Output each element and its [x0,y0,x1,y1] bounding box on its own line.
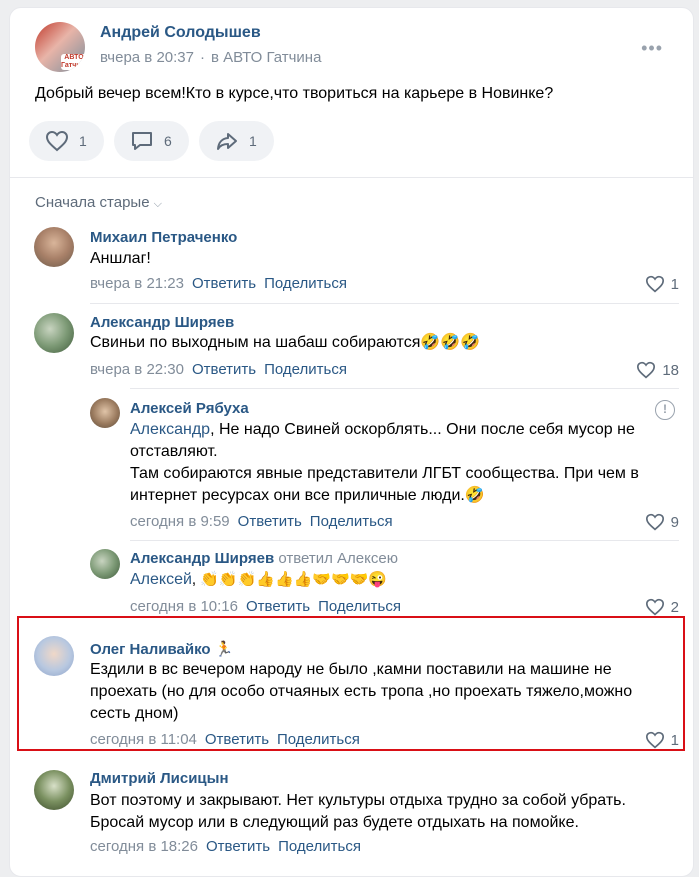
replied-to[interactable]: ответил Алексею [278,550,398,567]
commenter-avatar[interactable] [90,398,120,428]
comment-footer: вчера в 21:23 Ответить Поделиться [90,275,347,292]
reply-link[interactable]: Ответить [192,361,256,378]
share-link[interactable]: Поделиться [264,275,347,292]
comment-like-count: 1 [670,731,679,749]
commenter-name[interactable]: Александр Ширяев [90,314,234,331]
divider [10,177,693,178]
report-icon[interactable]: ! [655,400,675,420]
commenter-name[interactable]: Алексей Рябуха [130,400,249,417]
commenter-name[interactable]: Олег Наливайко 🏃 [90,640,233,658]
heart-icon [645,598,664,616]
comment-text-line: отставляют. [130,443,218,460]
share-button[interactable]: 1 [199,121,274,161]
reply-link[interactable]: Ответить [246,598,310,615]
comment-count: 6 [164,133,172,149]
post-author-avatar[interactable]: АВТОГатчина [35,22,85,72]
like-button[interactable]: 1 [29,121,104,161]
comment-text: Александр, Не надо Свиней оскорблять... … [130,419,639,507]
comment-text-body: , 👏👏👏👍👍👍🤝🤝🤝😜 [191,571,388,588]
comment-text: Вот поэтому и закрывают. Нет культуры от… [90,790,626,834]
reply-link[interactable]: Ответить [205,731,269,748]
more-options-icon[interactable]: ••• [641,39,663,57]
divider [130,540,679,541]
post-header: АВТОГатчина Андрей Солодышев вчера в 20:… [34,20,673,74]
comment-text: Аншлаг! [90,250,151,267]
comment-footer: сегодня в 9:59 Ответить Поделиться [130,513,393,530]
comment-like-count: 2 [670,598,679,616]
share-link[interactable]: Поделиться [264,361,347,378]
divider [90,303,679,304]
heart-icon [645,731,664,749]
divider [130,388,679,389]
comment-like-count: 18 [662,361,679,379]
comment-like-button[interactable]: 9 [645,513,679,531]
comment-time[interactable]: сегодня в 9:59 [130,513,230,530]
sort-label: Сначала старые [35,194,150,211]
comment-like-button[interactable]: 18 [636,361,679,379]
comment-footer: вчера в 22:30 Ответить Поделиться [90,361,347,378]
share-count: 1 [249,133,257,149]
chevron-down-icon: ⌵ [153,198,162,210]
commenter-name-link[interactable]: Александр Ширяев [130,550,274,567]
commenter-name: Александр Ширяев ответил Алексею [130,550,398,567]
comment-text-line: проехать (но для особо отчаяных есть тро… [90,683,633,700]
commenter-avatar[interactable] [34,227,74,267]
comment-text: Алексей, 👏👏👏👍👍👍🤝🤝🤝😜 [130,569,387,591]
share-link[interactable]: Поделиться [277,731,360,748]
reply-link[interactable]: Ответить [192,275,256,292]
commenter-avatar[interactable] [34,313,74,353]
comment-text-line: сесть дном) [90,705,179,722]
heart-icon [645,513,664,531]
post-author-name[interactable]: Андрей Солодышев [100,24,261,42]
mention-link[interactable]: Алексей [130,571,192,588]
comment-like-count: 1 [670,275,679,293]
commenter-avatar[interactable] [34,770,74,810]
reply-link[interactable]: Ответить [206,838,270,855]
commenter-name[interactable]: Дмитрий Лисицын [90,770,229,787]
comment-time[interactable]: вчера в 22:30 [90,361,184,378]
post-group[interactable]: в АВТО Гатчина [211,49,321,66]
post-meta: вчера в 20:37 · в АВТО Гатчина [100,49,322,66]
post-time[interactable]: вчера в 20:37 [100,49,194,66]
comment-time[interactable]: сегодня в 10:16 [130,598,238,615]
commenter-avatar[interactable] [90,549,120,579]
comment-time[interactable]: вчера в 21:23 [90,275,184,292]
comment-footer: сегодня в 11:04 Ответить Поделиться [90,731,360,748]
heart-icon [45,130,69,152]
mention-link[interactable]: Александр [130,421,210,438]
commenter-name[interactable]: Михаил Петраченко [90,229,237,246]
group-logo-badge: АВТОГатчина [61,54,85,70]
comment-time[interactable]: сегодня в 11:04 [90,731,197,748]
comment-text-line: Ездили в вс вечером народу не было ,камн… [90,661,612,678]
share-icon [217,133,237,150]
comment-like-count: 9 [670,513,679,531]
comment-like-button[interactable]: 1 [645,731,679,749]
comment-footer: сегодня в 10:16 Ответить Поделиться [130,598,401,615]
comment-text-line: Вот поэтому и закрывают. Нет культуры от… [90,792,626,809]
share-link[interactable]: Поделиться [318,598,401,615]
comment-like-button[interactable]: 1 [645,275,679,293]
share-link[interactable]: Поделиться [310,513,393,530]
post-text: Добрый вечер всем!Кто в курсе,что творит… [35,85,554,102]
comment-text-line: Бросай мусор или в следующий раз будете … [90,814,579,831]
comment-icon [132,132,152,150]
share-link[interactable]: Поделиться [278,838,361,855]
heart-icon [645,275,664,293]
post-card: АВТОГатчина Андрей Солодышев вчера в 20:… [9,7,694,877]
like-count: 1 [79,133,87,149]
comment-like-button[interactable]: 2 [645,598,679,616]
heart-icon [637,361,656,379]
comment-text-line: , Не надо Свиней оскорблять... Они после… [210,421,635,438]
commenter-avatar[interactable] [34,636,74,676]
comment-text-line: интернет ресурсах они все приличные люди… [130,487,485,504]
reply-link[interactable]: Ответить [238,513,302,530]
comment-footer: сегодня в 18:26 Ответить Поделиться [90,838,361,855]
comment-text: Ездили в вс вечером народу не было ,камн… [90,659,632,725]
comment-text-line: Там собираются явные представители ЛГБТ … [130,465,639,482]
comment-text: Свиньи по выходным на шабаш собираются🤣🤣… [90,334,481,351]
comment-button[interactable]: 6 [114,121,189,161]
sort-dropdown[interactable]: Сначала старые ⌵ [35,194,162,211]
comment-time[interactable]: сегодня в 18:26 [90,838,198,855]
